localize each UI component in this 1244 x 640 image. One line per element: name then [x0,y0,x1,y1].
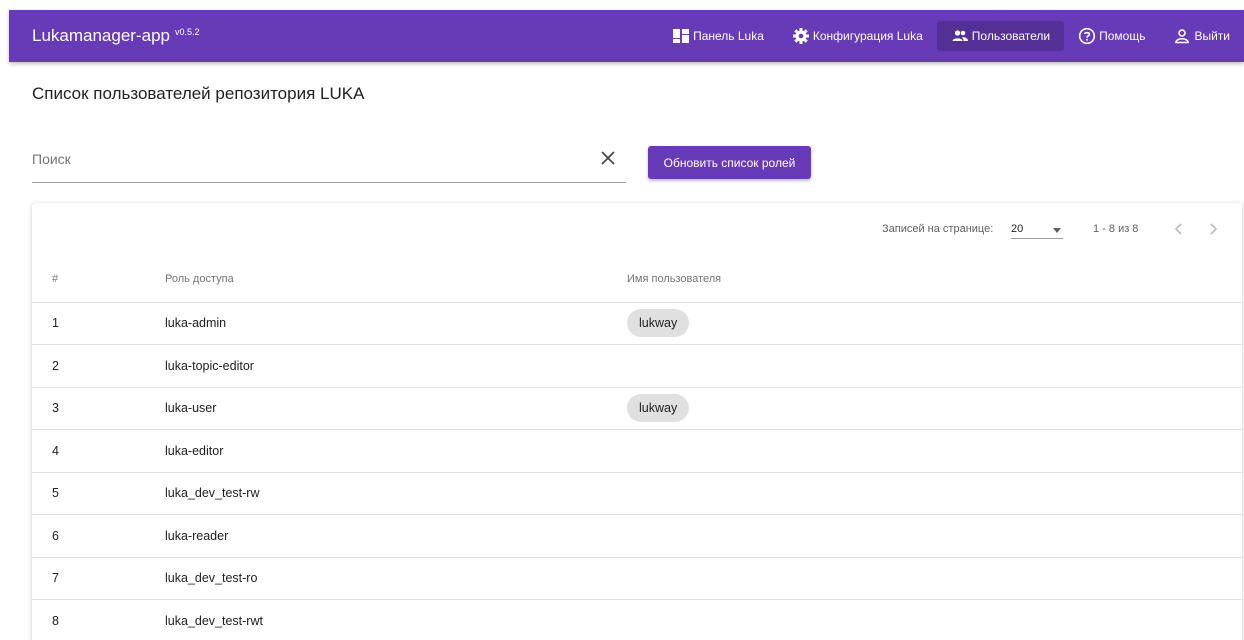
row-number: 5 [32,472,165,515]
page-title: Список пользователей репозитория LUKA [32,84,365,103]
search-input[interactable] [32,147,572,171]
row-role: luka_dev_test-rw [165,472,627,515]
app-title: Lukamanager-app [32,26,170,45]
search-field [32,137,626,183]
page-range-label: 1 - 8 из 8 [1093,223,1139,235]
close-icon[interactable] [598,148,618,168]
nav-item-label: Конфигурация Luka [812,29,923,43]
table-header-row: # Роль доступа Имя пользователя [32,257,1242,303]
row-users [627,344,1242,388]
row-users: lukway [627,302,1242,345]
users-icon [951,27,969,45]
nav-item-label: Выйти [1194,29,1230,43]
row-users [627,557,1242,600]
nav-item-help[interactable]: Помощь [1064,21,1159,51]
row-role: luka_dev_test-ro [165,557,627,600]
chevron-right-icon[interactable] [1204,219,1222,239]
row-number: 2 [32,344,165,388]
row-users: lukway [627,387,1242,430]
nav-item-dashboard[interactable]: Панель Luka [658,21,778,51]
nav-item-logout[interactable]: Выйти [1159,21,1244,51]
roles-table-card: Записей на странице: 20 1 - 8 из 8 # Рол… [32,203,1242,640]
user-chip[interactable]: lukway [627,309,690,338]
row-number: 3 [32,387,165,430]
table-row[interactable]: 2 luka-topic-editor [32,344,1242,388]
row-role: luka-user [165,387,627,430]
row-users [627,599,1242,640]
row-role: luka-admin [165,302,627,345]
app-version: v0.5.2 [174,27,200,37]
row-number: 7 [32,557,165,600]
row-number: 8 [32,599,165,640]
page-size-value: 20 [1011,223,1024,235]
app-brand[interactable]: Lukamanager-app v0.5.2 [32,26,200,46]
roles-table: # Роль доступа Имя пользователя 1 luka-a… [32,257,1242,640]
row-role: luka-editor [165,429,627,473]
top-app-bar: Lukamanager-app v0.5.2 Панель Luka Конфи… [9,10,1244,62]
column-header-role[interactable]: Роль доступа [165,257,627,303]
row-role: luka-topic-editor [165,344,627,388]
nav-item-configuration[interactable]: Конфигурация Luka [778,21,937,51]
chevron-left-icon[interactable] [1170,219,1188,239]
table-row[interactable]: 5 luka_dev_test-rw [32,472,1242,515]
row-number: 1 [32,302,165,345]
table-row[interactable]: 3 luka-user lukway [32,387,1242,430]
row-number: 6 [32,514,165,558]
table-row[interactable]: 1 luka-admin lukway [32,302,1242,345]
nav-item-users[interactable]: Пользователи [936,21,1065,51]
row-role: luka-reader [165,514,627,558]
table-row[interactable]: 4 luka-editor [32,429,1242,473]
column-header-number[interactable]: # [32,257,165,303]
main-nav: Панель Luka Конфигурация Luka Пользовате… [658,10,1244,62]
user-logout-icon [1173,27,1191,45]
column-header-username[interactable]: Имя пользователя [627,257,1242,303]
paginator: Записей на странице: 20 1 - 8 из 8 [32,203,1242,257]
nav-item-label: Пользователи [971,29,1051,43]
nav-item-label: Помощь [1099,29,1146,43]
nav-item-label: Панель Luka [693,29,764,43]
table-row[interactable]: 7 luka_dev_test-ro [32,557,1242,600]
table-row[interactable]: 6 luka-reader [32,514,1242,558]
dashboard-icon [672,27,690,45]
row-users [627,429,1242,473]
row-role: luka_dev_test-rwt [165,599,627,640]
row-users [627,472,1242,515]
refresh-roles-button[interactable]: Обновить список ролей [648,146,811,179]
chevron-down-icon [1053,228,1061,233]
page-size-label: Записей на странице: [882,223,994,235]
page-size-select[interactable]: 20 [1011,221,1063,239]
help-circle-icon [1078,27,1096,45]
gear-icon [792,27,810,45]
row-number: 4 [32,429,165,473]
table-row[interactable]: 8 luka_dev_test-rwt [32,599,1242,640]
user-chip[interactable]: lukway [627,394,690,423]
row-users [627,514,1242,558]
